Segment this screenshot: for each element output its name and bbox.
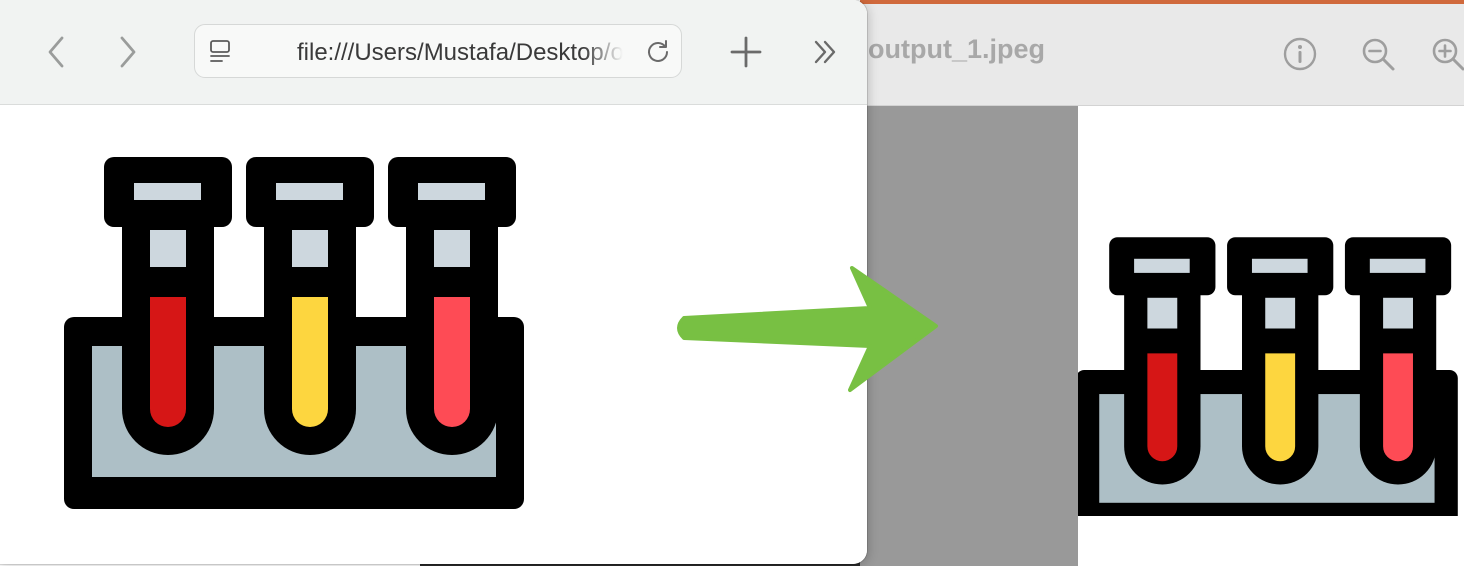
page-menu-icon[interactable] <box>209 39 233 63</box>
preview-title: output_1.jpeg <box>868 34 1045 64</box>
info-icon[interactable] <box>1282 36 1318 72</box>
zoom-out-icon[interactable] <box>1360 36 1396 72</box>
new-tab-icon[interactable] <box>728 32 764 72</box>
browser-toolbar: file:///Users/Mustafa/Desktop/output_1.j… <box>0 0 867 105</box>
reload-icon[interactable] <box>645 38 671 64</box>
test-tubes-rack-image <box>64 157 524 509</box>
back-icon[interactable] <box>40 32 76 72</box>
preview-image-page <box>1078 106 1464 566</box>
forward-icon[interactable] <box>110 32 146 72</box>
more-icon[interactable] <box>810 36 842 68</box>
zoom-in-icon[interactable] <box>1430 36 1464 72</box>
url-text: file:///Users/Mustafa/Desktop/output_1.j… <box>297 39 623 66</box>
test-tubes-rack-image <box>1078 237 1458 516</box>
address-bar[interactable]: file:///Users/Mustafa/Desktop/output_1.j… <box>194 24 682 78</box>
green-arrow-icon <box>677 266 938 392</box>
